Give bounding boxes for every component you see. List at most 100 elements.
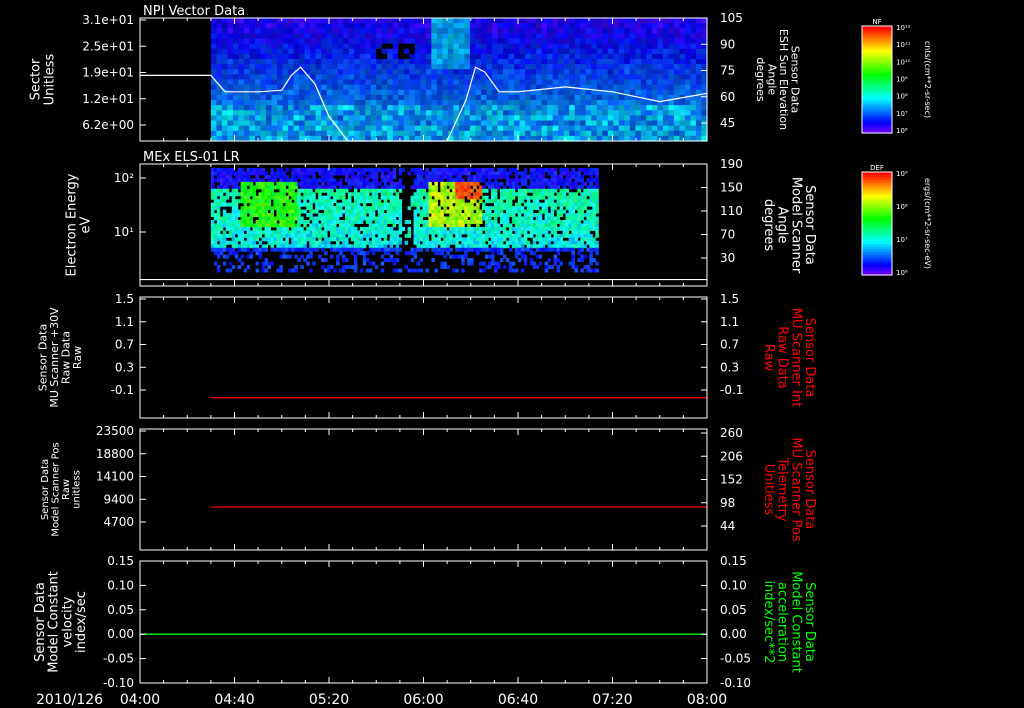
npi-cell <box>646 23 653 29</box>
els-cell <box>333 178 337 183</box>
els-cell <box>455 213 459 218</box>
els-cell <box>562 244 567 249</box>
npi-cell <box>271 100 278 106</box>
els-cell <box>297 216 301 221</box>
npi-cell <box>530 48 537 55</box>
els-cell <box>485 265 489 270</box>
npi-cell <box>695 48 703 55</box>
npi-cell <box>216 48 223 55</box>
els-cell <box>568 206 573 211</box>
els-cell <box>559 233 564 238</box>
npi-cell <box>387 43 394 50</box>
npi-cell <box>221 33 229 40</box>
npi-cell <box>210 130 217 137</box>
npi-cell <box>321 23 328 29</box>
els-cell <box>297 247 301 252</box>
els-cell <box>571 230 575 235</box>
els-cell <box>318 254 322 259</box>
els-cell <box>234 185 239 190</box>
npi-cell <box>431 64 438 70</box>
npi-cell <box>403 115 410 122</box>
els-cell <box>237 213 242 218</box>
els-cell <box>431 220 435 224</box>
npi-cell <box>249 74 256 81</box>
npi-cell <box>238 125 245 132</box>
els-cell <box>419 209 423 214</box>
els-cell <box>511 192 516 197</box>
els-cell <box>556 174 561 179</box>
npi-cell <box>651 69 658 75</box>
npi-cell <box>690 43 697 50</box>
npi-cell <box>354 64 361 70</box>
npi-cell <box>486 28 493 34</box>
npi-cell <box>613 59 620 65</box>
npi-cell <box>227 100 234 106</box>
npi-cell <box>453 79 460 86</box>
npi-cell <box>596 94 603 101</box>
npi-cell <box>690 125 697 132</box>
npi-cell <box>497 38 504 45</box>
els-cell <box>529 206 534 211</box>
els-cell <box>449 192 453 197</box>
els-cell <box>574 199 578 204</box>
els-cell <box>541 178 546 183</box>
els-cell <box>491 237 495 242</box>
els-cell <box>356 251 361 256</box>
npi-cell <box>365 110 372 116</box>
els-cell <box>494 192 498 197</box>
els-cell <box>517 247 522 252</box>
npi-cell <box>569 105 576 111</box>
els-cell <box>303 233 307 238</box>
npi-cell <box>210 110 217 116</box>
els-cell <box>380 268 385 273</box>
npi-cell <box>282 33 289 40</box>
els-cell <box>261 195 266 200</box>
npi-cell <box>684 105 692 111</box>
npi-cell <box>337 18 344 24</box>
els-cell <box>383 199 388 204</box>
npi-cell <box>458 79 466 86</box>
els-cell <box>443 206 447 211</box>
els-cell <box>505 181 510 186</box>
npi-cell <box>288 59 295 65</box>
npi-cell <box>635 43 642 50</box>
els-cell <box>327 188 331 193</box>
npi-cell <box>403 38 410 45</box>
els-cell <box>520 226 525 231</box>
els-cell <box>559 261 564 266</box>
els-cell <box>595 230 599 235</box>
els-cell <box>243 199 248 204</box>
els-cell <box>309 233 313 238</box>
els-cell <box>517 216 522 221</box>
npi-cell <box>503 125 510 132</box>
els-cell <box>455 181 459 186</box>
els-cell <box>279 230 283 235</box>
els-cell <box>276 195 280 200</box>
els-cell <box>234 220 239 224</box>
els-cell <box>425 185 429 190</box>
npi-cell <box>624 125 631 132</box>
npi-cell <box>447 100 455 106</box>
npi-cell <box>530 33 537 40</box>
npi-cell <box>514 110 521 116</box>
els-cell <box>344 247 349 252</box>
els-cell <box>342 254 346 259</box>
npi-cell <box>442 84 449 91</box>
els-cell <box>285 209 289 214</box>
els-cell <box>368 216 373 221</box>
els-cell <box>443 202 447 207</box>
npi-cell <box>552 33 559 40</box>
npi-cell <box>227 110 234 116</box>
els-cell <box>383 237 388 242</box>
els-cell <box>434 195 438 200</box>
els-cell <box>347 230 352 235</box>
els-cell <box>330 244 334 249</box>
els-cell <box>425 230 429 235</box>
npi-cell <box>651 53 658 60</box>
npi-cell <box>629 53 636 60</box>
els-cell <box>306 192 310 197</box>
npi-cell <box>409 105 416 111</box>
npi-cell <box>266 53 273 60</box>
els-cell <box>499 220 504 224</box>
npi-cell <box>398 69 405 75</box>
